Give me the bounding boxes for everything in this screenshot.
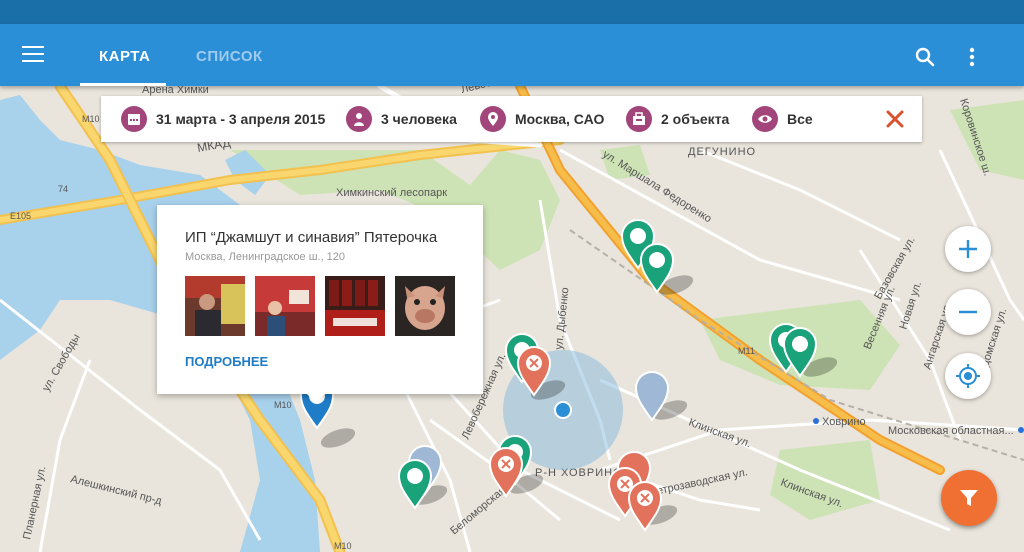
status-bar (0, 0, 1024, 24)
filter-bar: 31 марта - 3 апреля 2015 3 человека Моск… (101, 96, 922, 142)
person-icon (346, 106, 372, 132)
zoom-in-button[interactable] (945, 226, 991, 272)
filter-fab[interactable] (941, 470, 997, 526)
filter-people-label: 3 человека (381, 111, 457, 127)
label-khovrino-station: Ховрино (822, 416, 866, 428)
filter-dates-label: 31 марта - 3 апреля 2015 (156, 111, 326, 127)
photo-thumbnail[interactable] (185, 276, 245, 336)
label-e105: E105 (10, 211, 31, 221)
label-m10-c: M10 (334, 541, 352, 551)
search-icon[interactable] (912, 44, 938, 70)
my-location-button[interactable] (945, 353, 991, 399)
minus-icon (959, 310, 977, 314)
app-bar: КАРТА СПИСОК (0, 24, 1024, 86)
plus-icon (959, 240, 977, 258)
label-moscow-region: Московская областная... (888, 425, 1014, 437)
calendar-icon (121, 106, 147, 132)
popup-address: Москва, Ленинградское ш., 120 (185, 251, 346, 263)
filter-objects-label: 2 объекта (661, 111, 730, 127)
popup-title: ИП “Джамшут и синавия” Пятерочка (185, 229, 438, 246)
details-link[interactable]: ПОДРОБНЕЕ (185, 354, 268, 369)
location-pin-icon (480, 106, 506, 132)
store-icon (626, 106, 652, 132)
station-dot (1018, 427, 1024, 433)
filter-location-label: Москва, САО (515, 111, 605, 127)
photo-thumbnail[interactable] (395, 276, 455, 336)
filter-visibility[interactable]: Все (752, 106, 813, 132)
crosshair-icon (956, 364, 980, 388)
place-popup: ИП “Джамшут и синавия” Пятерочка Москва,… (157, 205, 483, 403)
filter-dates[interactable]: 31 марта - 3 апреля 2015 (121, 106, 325, 132)
user-location-dot (554, 401, 572, 419)
menu-icon[interactable] (22, 46, 44, 62)
photo-thumbnail[interactable] (255, 276, 315, 336)
map[interactable]: Арена Химки МКАД M10 M10 M10 M11 E105 74… (0, 86, 1024, 552)
label-m11: M11 (738, 346, 755, 356)
filter-visibility-label: Все (787, 111, 813, 127)
photo-thumbnail[interactable] (325, 276, 385, 336)
more-vert-icon[interactable] (962, 44, 982, 70)
tab-list[interactable]: СПИСОК (196, 48, 263, 65)
label-arena: Арена Химки (142, 86, 209, 96)
filter-funnel-icon (960, 490, 978, 506)
filter-people[interactable]: 3 человека (346, 106, 457, 132)
label-74: 74 (58, 184, 68, 194)
filter-objects[interactable]: 2 объекта (626, 106, 729, 132)
eye-icon (752, 106, 778, 132)
zoom-out-button[interactable] (945, 289, 991, 335)
tab-map[interactable]: КАРТА (99, 48, 150, 65)
label-forest: Химкинский лесопарк (336, 187, 447, 199)
label-m10-b: M10 (274, 400, 292, 410)
tab-indicator (80, 83, 166, 86)
close-filters-icon[interactable] (882, 106, 908, 132)
station-dot (813, 418, 819, 424)
label-m10-a: M10 (82, 114, 100, 124)
filter-location[interactable]: Москва, САО (480, 106, 604, 132)
label-degunino: ДЕГУНИНО (688, 146, 756, 158)
